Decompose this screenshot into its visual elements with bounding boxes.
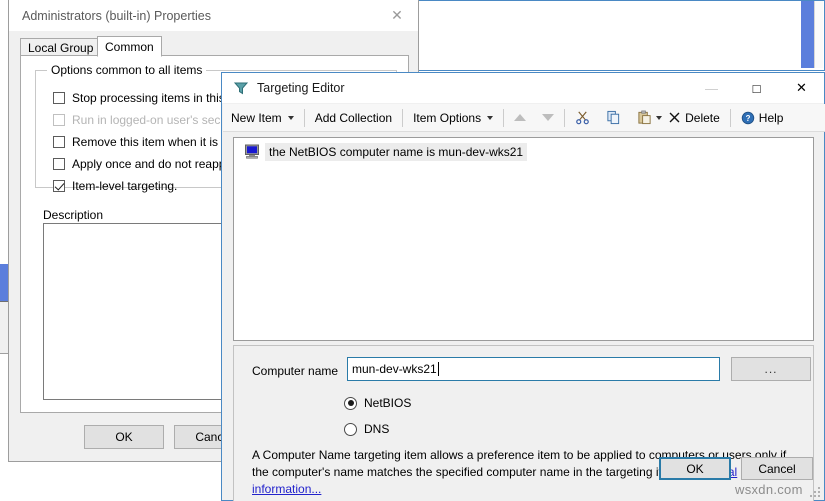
- chevron-down-icon: [487, 115, 494, 120]
- options-group-label: Options common to all items: [47, 63, 207, 77]
- computer-name-label: Computer name: [252, 364, 339, 378]
- close-icon[interactable]: ✕: [779, 73, 824, 103]
- radio-button-selected: [344, 396, 357, 410]
- x-icon: [669, 112, 680, 123]
- targeting-editor-window: Targeting Editor — □ ✕ New Item Add Coll…: [221, 72, 825, 501]
- resize-grip[interactable]: [810, 487, 821, 498]
- properties-title-bar: Administrators (built-in) Properties ✕: [9, 0, 418, 31]
- delete-label: Delete: [685, 110, 720, 125]
- targeting-editor-toolbar: New Item Add Collection Item Options Del…: [223, 104, 825, 132]
- checkbox-label: Apply once and do not reapply.: [72, 157, 237, 171]
- item-options-label: Item Options: [413, 110, 482, 125]
- computer-name-input[interactable]: mun-dev-wks21: [347, 357, 720, 381]
- arrow-up-icon: [514, 114, 527, 121]
- background-scrollbar-thumb[interactable]: [801, 1, 814, 68]
- help-button[interactable]: ? Help: [733, 104, 792, 132]
- question-circle-icon: ?: [741, 111, 755, 124]
- targeting-editor-cancel-button[interactable]: Cancel: [741, 457, 813, 480]
- targeting-editor-ok-label: OK: [686, 461, 704, 476]
- checkbox-item-level-targeting[interactable]: Item-level targeting.: [53, 179, 177, 193]
- toolbar-separator: [303, 108, 305, 127]
- checkbox-box: [53, 136, 65, 148]
- checkbox-box: [53, 92, 65, 104]
- checkbox-box: [53, 114, 65, 126]
- checkbox-apply-once[interactable]: Apply once and do not reapply.: [53, 157, 237, 171]
- targeting-editor-cancel-label: Cancel: [758, 461, 796, 476]
- tree-item-netbios-computer-name[interactable]: the NetBIOS computer name is mun-dev-wks…: [244, 142, 528, 161]
- filter-funnel-icon: [233, 80, 249, 96]
- checkbox-box: [53, 158, 65, 170]
- move-down-button[interactable]: [534, 104, 562, 132]
- svg-text:?: ?: [745, 114, 750, 123]
- targeting-editor-title: Targeting Editor: [257, 81, 345, 95]
- browse-label: ...: [764, 362, 778, 376]
- move-up-button[interactable]: [506, 104, 534, 132]
- properties-window-title: Administrators (built-in) Properties: [22, 8, 211, 23]
- radio-netbios-label: NetBIOS: [364, 396, 412, 410]
- chevron-down-icon: [287, 115, 294, 120]
- radio-button: [344, 422, 357, 436]
- computer-monitor-icon: [245, 144, 259, 159]
- delete-button[interactable]: Delete: [664, 104, 728, 132]
- targeting-editor-title-bar: Targeting Editor — □ ✕: [222, 73, 824, 103]
- browse-button[interactable]: ...: [731, 357, 811, 381]
- toolbar-separator: [503, 108, 505, 127]
- properties-ok-label: OK: [115, 430, 133, 444]
- tab-common[interactable]: Common: [97, 36, 162, 57]
- new-item-button[interactable]: New Item: [223, 104, 302, 132]
- paste-button[interactable]: [629, 104, 664, 132]
- maximize-icon[interactable]: □: [734, 73, 779, 103]
- background-scrollbar-track-right[interactable]: [814, 1, 823, 68]
- description-label: Description: [43, 208, 104, 222]
- toolbar-separator: [564, 108, 566, 127]
- screen-root: Administrators (built-in) Properties ✕ L…: [0, 0, 825, 501]
- radio-dns-label: DNS: [364, 422, 390, 436]
- window-caption-buttons: — □ ✕: [689, 73, 824, 103]
- chevron-down-icon: [656, 115, 663, 120]
- copy-button[interactable]: [598, 104, 629, 132]
- background-window-behind: [404, 0, 825, 71]
- text-cursor: [437, 362, 439, 376]
- tab-local-group[interactable]: Local Group: [20, 38, 102, 56]
- new-item-label: New Item: [231, 110, 282, 125]
- tab-common-label: Common: [105, 40, 154, 54]
- computer-name-value: mun-dev-wks21: [352, 362, 437, 376]
- tree-item-label: the NetBIOS computer name is mun-dev-wks…: [265, 142, 528, 161]
- properties-tab-strip: Local Group Common: [20, 36, 409, 57]
- help-label: Help: [758, 110, 784, 125]
- checkbox-box-checked: [53, 180, 65, 192]
- cut-button[interactable]: [567, 104, 598, 132]
- minimize-icon[interactable]: —: [689, 73, 734, 103]
- copy-icon: [607, 110, 620, 125]
- add-collection-button[interactable]: Add Collection: [307, 104, 400, 132]
- watermark: wsxdn.com: [735, 482, 803, 497]
- targeting-editor-ok-button[interactable]: OK: [659, 457, 731, 480]
- targeting-items-tree[interactable]: the NetBIOS computer name is mun-dev-wks…: [233, 137, 814, 341]
- tab-local-group-label: Local Group: [28, 41, 94, 55]
- paste-icon: [638, 110, 651, 125]
- radio-netbios[interactable]: NetBIOS: [344, 396, 411, 410]
- radio-dns[interactable]: DNS: [344, 422, 389, 436]
- item-options-button[interactable]: Item Options: [405, 104, 501, 132]
- add-collection-label: Add Collection: [314, 110, 393, 125]
- toolbar-separator: [402, 108, 404, 127]
- scissors-icon: [576, 111, 589, 125]
- checkbox-label: Item-level targeting.: [72, 179, 178, 193]
- toolbar-separator: [729, 108, 731, 127]
- close-icon[interactable]: ✕: [382, 4, 412, 26]
- properties-ok-button[interactable]: OK: [84, 425, 164, 449]
- arrow-down-icon: [542, 114, 555, 121]
